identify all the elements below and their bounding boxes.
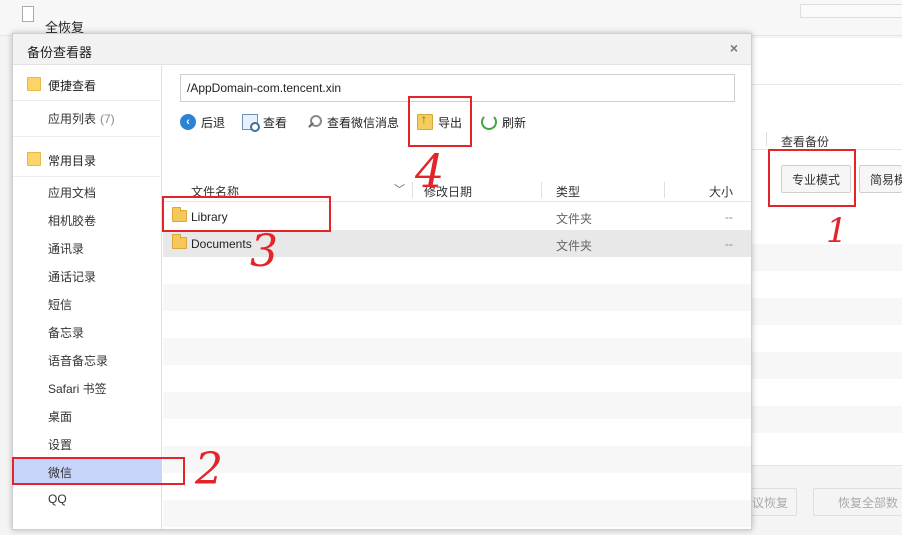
- empty-row: [163, 392, 751, 419]
- column-size[interactable]: 大小: [709, 183, 733, 200]
- column-divider: [412, 182, 413, 198]
- file-browser: /AppDomain-com.tencent.xin ‹ 后退 查看 查看微信消…: [163, 66, 751, 529]
- column-name[interactable]: 文件名称: [191, 183, 239, 200]
- background-row: [752, 244, 902, 271]
- sidebar-item-call-log[interactable]: 通话记录: [13, 261, 162, 289]
- sidebar-item-label: 桌面: [48, 410, 73, 424]
- file-type: 文件夹: [556, 239, 593, 253]
- sidebar: 便捷查看 应用列表 (7) 常用目录 应用文档 相机胶卷 通讯录 通话记录 短信 …: [13, 66, 162, 529]
- table-row[interactable]: Documents 文件夹 --: [163, 230, 751, 257]
- sidebar-section-label: 便捷查看: [48, 79, 97, 93]
- view-wechat-messages-label: 查看微信消息: [327, 115, 400, 130]
- back-arrow-icon: ‹: [180, 114, 196, 130]
- background-divider: [752, 84, 902, 85]
- empty-row: [163, 446, 751, 473]
- column-divider: [664, 182, 665, 198]
- chevron-down-icon[interactable]: ﹀: [394, 181, 405, 197]
- export-button-label: 导出: [438, 115, 463, 130]
- sidebar-item-label: 应用文档: [48, 186, 97, 200]
- dialog-titlebar: 备份查看器 ×: [13, 34, 751, 65]
- file-list-header: 文件名称 ﹀ 修改日期 类型 大小: [163, 178, 751, 202]
- view-backup-column-label: 查看备份: [781, 135, 830, 149]
- view-icon: [242, 114, 260, 132]
- pro-mode-button[interactable]: 专业模式: [781, 165, 851, 193]
- file-name: Library: [191, 210, 228, 224]
- file-type: 文件夹: [556, 212, 593, 226]
- simple-mode-button[interactable]: 简易模: [859, 165, 902, 193]
- sidebar-item-label: Safari 书签: [48, 382, 107, 396]
- background-row: [752, 406, 902, 433]
- folder-icon: [172, 234, 187, 249]
- background-column-divider: [766, 132, 767, 146]
- sidebar-item-voice-memos[interactable]: 语音备忘录: [13, 345, 162, 373]
- view-button-label: 查看: [263, 115, 288, 130]
- column-divider: [541, 182, 542, 198]
- sidebar-section-quick-view[interactable]: 便捷查看: [13, 69, 162, 99]
- sidebar-item-sms[interactable]: 短信: [13, 289, 162, 317]
- document-icon: [22, 6, 34, 22]
- app-count-badge: (7): [100, 112, 115, 126]
- sidebar-divider: [13, 100, 162, 101]
- sidebar-divider: [13, 136, 162, 137]
- refresh-icon: [481, 114, 497, 130]
- refresh-button[interactable]: 刷新: [481, 110, 526, 134]
- folder-icon: [27, 77, 41, 91]
- sidebar-item-app-docs[interactable]: 应用文档: [13, 177, 162, 205]
- sidebar-item-wechat[interactable]: 微信: [13, 457, 162, 485]
- sidebar-item-label: 备忘录: [48, 326, 85, 340]
- sidebar-section-label: 常用目录: [48, 154, 97, 168]
- refresh-button-label: 刷新: [502, 115, 527, 130]
- file-list: Library 文件夹 -- Documents 文件夹 --: [163, 203, 751, 529]
- back-button[interactable]: ‹ 后退: [180, 110, 225, 134]
- background-row: [752, 352, 902, 379]
- file-size: --: [725, 210, 733, 224]
- table-row[interactable]: Library 文件夹 --: [163, 203, 751, 230]
- file-size: --: [725, 237, 733, 251]
- folder-icon: [172, 207, 187, 222]
- column-modified[interactable]: 修改日期: [424, 183, 472, 200]
- empty-row: [163, 338, 751, 365]
- sidebar-item-label: 通讯录: [48, 242, 85, 256]
- sidebar-item-label: 应用列表: [48, 112, 97, 126]
- backup-viewer-dialog: 备份查看器 × 便捷查看 应用列表 (7) 常用目录 应用文档 相机胶卷 通讯录 …: [12, 33, 752, 530]
- sidebar-item-notes[interactable]: 备忘录: [13, 317, 162, 345]
- sidebar-item-label: 短信: [48, 298, 73, 312]
- sidebar-section-common-dirs[interactable]: 常用目录: [13, 144, 162, 174]
- view-button[interactable]: 查看: [242, 110, 287, 134]
- sidebar-item-qq[interactable]: QQ: [13, 485, 162, 513]
- file-name: Documents: [191, 237, 252, 251]
- restore-all-button[interactable]: 恢复全部数: [813, 488, 902, 516]
- empty-row: [163, 284, 751, 311]
- column-type[interactable]: 类型: [556, 183, 580, 200]
- sidebar-item-safari-bookmarks[interactable]: Safari 书签: [13, 373, 162, 401]
- dialog-title: 备份查看器: [27, 45, 93, 60]
- background-row: [752, 298, 902, 325]
- sidebar-item-label: 微信: [48, 466, 73, 480]
- sidebar-item-label: 通话记录: [48, 270, 97, 284]
- sidebar-item-label: 相机胶卷: [48, 214, 97, 228]
- sidebar-item-label: 设置: [48, 438, 73, 452]
- search-icon: [306, 114, 322, 130]
- sidebar-item-contacts[interactable]: 通讯录: [13, 233, 162, 261]
- export-icon: [417, 112, 433, 130]
- sidebar-item-label: 语音备忘录: [48, 354, 109, 368]
- background-top-right-control: [800, 4, 902, 18]
- sidebar-item-app-list[interactable]: 应用列表 (7): [13, 103, 162, 131]
- sidebar-item-label: QQ: [48, 492, 67, 506]
- background-titlebar: 全恢复: [0, 0, 902, 36]
- path-field[interactable]: /AppDomain-com.tencent.xin: [180, 74, 735, 102]
- close-icon[interactable]: ×: [727, 41, 741, 55]
- toolbar: ‹ 后退 查看 查看微信消息 导出 刷新: [180, 110, 740, 134]
- sidebar-item-desktop[interactable]: 桌面: [13, 401, 162, 429]
- sidebar-item-settings[interactable]: 设置: [13, 429, 162, 457]
- sidebar-item-camera-roll[interactable]: 相机胶卷: [13, 205, 162, 233]
- export-button[interactable]: 导出: [417, 110, 462, 134]
- folder-icon: [27, 152, 41, 166]
- view-wechat-messages-button[interactable]: 查看微信消息: [306, 110, 399, 134]
- empty-row: [163, 500, 751, 527]
- back-button-label: 后退: [201, 115, 226, 130]
